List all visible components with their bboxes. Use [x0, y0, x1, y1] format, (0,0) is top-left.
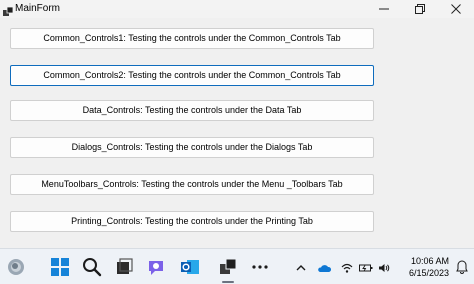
minimize-button[interactable] — [366, 0, 402, 18]
menutoolbars-controls-button[interactable]: MenuToolbars_Controls: Testing the contr… — [10, 174, 374, 195]
dialogs-controls-button[interactable]: Dialogs_Controls: Testing the controls u… — [10, 137, 374, 158]
taskbar-clock[interactable]: 10:06 AM 6/15/2023 — [397, 255, 449, 279]
client-area: Common_Controls1: Testing the controls u… — [0, 18, 474, 248]
clock-time: 10:06 AM — [410, 256, 449, 266]
active-app-indicator — [222, 281, 234, 283]
search-icon[interactable] — [82, 257, 102, 277]
printing-controls-button[interactable]: Printing_Controls: Testing the controls … — [10, 211, 374, 232]
start-icon[interactable] — [50, 257, 70, 277]
mainform-app-icon[interactable] — [218, 257, 238, 277]
wifi-icon[interactable] — [341, 261, 353, 273]
clock-date: 6/15/2023 — [408, 268, 449, 278]
task-view-icon[interactable] — [114, 257, 134, 277]
notification-icon[interactable] — [456, 260, 468, 274]
common-controls2-button[interactable]: Common_Controls2: Testing the controls u… — [10, 65, 374, 86]
taskbar: 10:06 AM 6/15/2023 — [0, 248, 474, 284]
volume-icon[interactable] — [378, 261, 390, 273]
app-icon — [3, 4, 14, 16]
common-controls1-button[interactable]: Common_Controls1: Testing the controls u… — [10, 28, 374, 49]
data-controls-button[interactable]: Data_Controls: Testing the controls unde… — [10, 100, 374, 121]
outlook-icon[interactable] — [180, 257, 200, 277]
widgets-icon[interactable] — [6, 257, 26, 277]
maximize-button[interactable] — [402, 0, 438, 18]
restore-icon — [415, 4, 425, 14]
minimize-icon — [379, 8, 389, 10]
close-button[interactable] — [438, 0, 474, 18]
close-icon — [451, 4, 461, 14]
battery-icon[interactable] — [359, 261, 373, 273]
onedrive-icon[interactable] — [317, 261, 332, 273]
title-bar: MainForm — [0, 0, 474, 18]
chat-icon[interactable] — [146, 257, 166, 277]
window-title: MainForm — [15, 3, 61, 14]
chevron-up-icon[interactable] — [295, 261, 307, 273]
more-icon[interactable] — [250, 257, 270, 277]
